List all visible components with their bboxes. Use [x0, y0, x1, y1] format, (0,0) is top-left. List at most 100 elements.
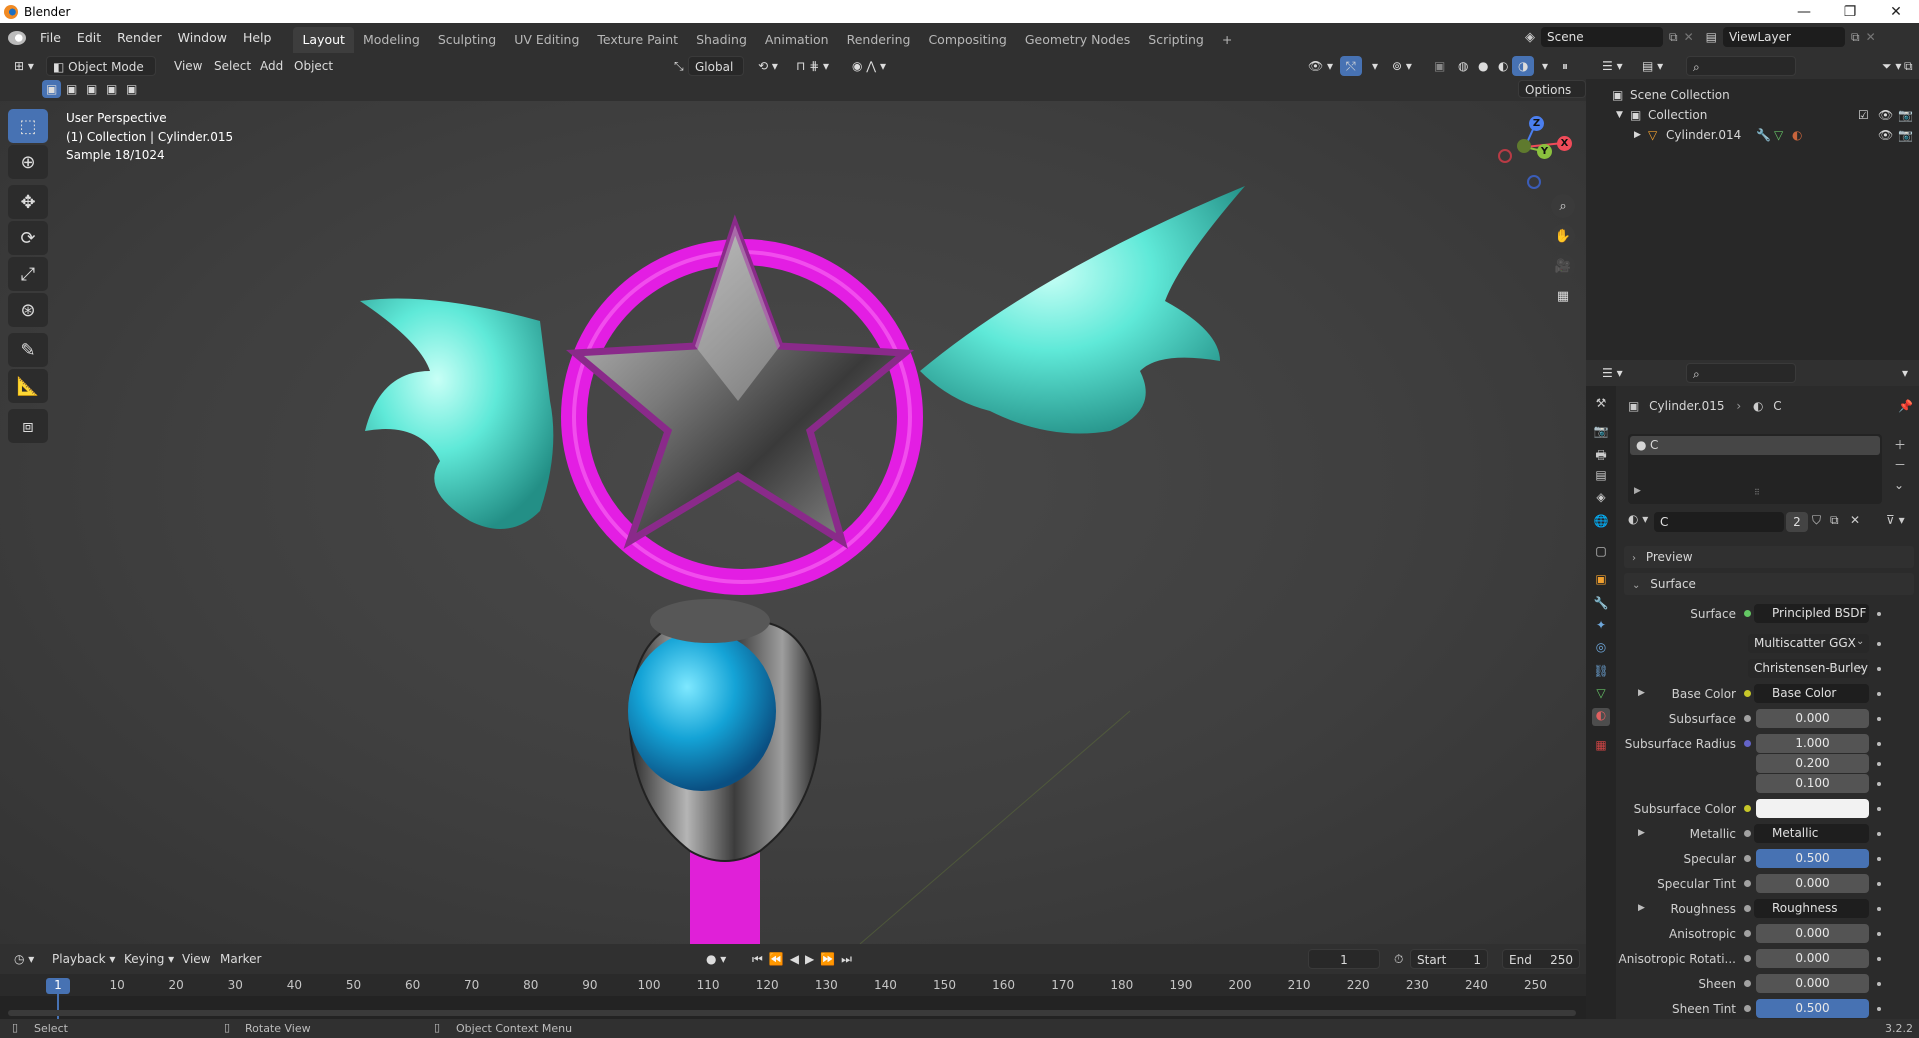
keyframe-dot-icon[interactable]	[1877, 1007, 1881, 1011]
number-field[interactable]: 0.100	[1756, 774, 1869, 793]
distribution-dropdown[interactable]: Christensen-Burley	[1748, 659, 1869, 678]
render-canvas[interactable]	[0, 101, 1586, 944]
gizmo-x-icon[interactable]: X	[1557, 136, 1572, 151]
tool-tab-icon[interactable]: ⚒	[1592, 396, 1610, 414]
linked-input-field[interactable]: Roughness	[1754, 899, 1869, 918]
object-tab-icon[interactable]: ▣	[1592, 572, 1610, 590]
tab-animation[interactable]: Animation	[756, 27, 838, 53]
collection-tab-icon[interactable]: ▢	[1592, 544, 1610, 562]
playback-controls[interactable]: ⏮⏪◀▶⏩⏭	[746, 949, 864, 969]
xray-icon[interactable]: ▣	[1428, 56, 1451, 76]
orientation-icon[interactable]: ⤡	[668, 56, 690, 76]
preview-range-icon[interactable]: ⏱	[1388, 949, 1409, 969]
number-field[interactable]: 0.200	[1756, 754, 1869, 773]
slot-specials-icon[interactable]: ⌄	[1894, 478, 1904, 492]
view-menu[interactable]: View	[168, 56, 208, 76]
select-box-tool-icon[interactable]: ⬚	[8, 109, 48, 143]
tab-scripting[interactable]: Scripting	[1139, 27, 1213, 53]
constraints-tab-icon[interactable]: ⛓	[1592, 664, 1610, 682]
visibility-icon[interactable]: 👁 ▾	[1302, 56, 1339, 76]
number-field[interactable]: 1.000	[1756, 734, 1869, 753]
pin-icon[interactable]: 📌	[1898, 396, 1913, 416]
surface-panel-header[interactable]: ⌄ Surface	[1624, 573, 1914, 595]
zoom-icon[interactable]: ⌕	[1551, 194, 1575, 218]
eye-icon[interactable]: 👁	[1878, 105, 1893, 125]
scene-tab-icon[interactable]: ◈	[1592, 490, 1610, 508]
keyframe-dot-icon[interactable]	[1877, 717, 1881, 721]
playback-menu[interactable]: Playback ▾	[46, 949, 121, 969]
properties-search-input[interactable]: ⌕	[1686, 363, 1796, 383]
modifier-wrench-icon[interactable]: 🔧	[1756, 125, 1771, 145]
navigation-gizmo[interactable]: Z Y X	[1495, 111, 1575, 191]
tab-uv-editing[interactable]: UV Editing	[505, 27, 588, 53]
keyframe-dot-icon[interactable]	[1877, 982, 1881, 986]
properties-options-icon[interactable]: ▾	[1896, 363, 1914, 383]
new-viewlayer-icon[interactable]: ⧉	[1851, 30, 1860, 45]
new-collection-icon[interactable]: ⧉	[1898, 56, 1919, 76]
physics-tab-icon[interactable]: ◎	[1592, 640, 1610, 658]
object-menu[interactable]: Object	[288, 56, 339, 76]
collapse-arrow-icon[interactable]: ▼	[1616, 105, 1623, 125]
gizmo-dropdown-icon[interactable]: ▾	[1366, 56, 1384, 76]
delete-viewlayer-icon[interactable]: ✕	[1866, 30, 1876, 44]
material-slot-list[interactable]: ● C ▶ ⠿	[1628, 434, 1882, 504]
tab-modeling[interactable]: Modeling	[354, 27, 429, 53]
material-tab-icon[interactable]: ◐	[1592, 708, 1610, 726]
number-field[interactable]: 0.000	[1756, 874, 1869, 893]
linked-input-field[interactable]: Metallic	[1754, 824, 1869, 843]
exclude-checkbox-icon[interactable]: ☑	[1858, 105, 1869, 125]
add-slot-icon[interactable]: ＋	[1894, 436, 1906, 453]
view-layer-tab-icon[interactable]: ▤	[1592, 468, 1610, 486]
outliner-row-collection[interactable]: ▼ ▣ Collection ☑ 👁 📷	[1586, 105, 1919, 125]
object-eye-icon[interactable]: 👁	[1878, 125, 1893, 145]
select-box-extend-icon[interactable]: ▣	[62, 80, 81, 98]
input-socket-icon[interactable]	[1744, 905, 1751, 912]
outliner-row-object[interactable]: ▶ ▽ Cylinder.014 🔧 ▽ ◐ 👁 📷	[1586, 125, 1919, 145]
rotate-tool-icon[interactable]: ⟳	[8, 221, 48, 255]
input-socket-icon[interactable]	[1744, 855, 1751, 862]
pivot-icon[interactable]: ⟲ ▾	[752, 56, 784, 76]
particles-tab-icon[interactable]: ✦	[1592, 618, 1610, 636]
minimize-button[interactable]: —	[1781, 0, 1827, 23]
add-menu[interactable]: Add	[254, 56, 289, 76]
input-socket-icon[interactable]	[1744, 690, 1751, 697]
tab-sculpting[interactable]: Sculpting	[429, 27, 505, 53]
keying-menu[interactable]: Keying ▾	[118, 949, 180, 969]
input-socket-icon[interactable]	[1744, 715, 1751, 722]
gizmo-toggle-icon[interactable]: ⤲	[1340, 56, 1362, 76]
add-cube-tool-icon[interactable]: ⧈	[8, 409, 48, 443]
keyframe-dot-icon[interactable]	[1877, 742, 1881, 746]
menu-render[interactable]: Render	[109, 23, 170, 53]
snap-icon[interactable]: ⊓ ⋕ ▾	[790, 56, 835, 76]
linked-input-field[interactable]: Principled BSDF	[1754, 604, 1869, 623]
display-mode-icon[interactable]: ▤ ▾	[1636, 56, 1669, 76]
keyframe-dot-icon[interactable]	[1877, 832, 1881, 836]
slot-expand-icon[interactable]: ▶	[1634, 486, 1641, 496]
expand-input-icon[interactable]: ▶	[1638, 688, 1645, 698]
gizmo-y-icon[interactable]: Y	[1537, 144, 1552, 159]
scene-icon[interactable]: ◈	[1525, 30, 1535, 45]
slider-field[interactable]: 0.500	[1756, 999, 1869, 1018]
timeline-area[interactable]: 1 10 20 30 40 50 60 70 80 90 100 110 120 130 140 150 160…	[0, 974, 1586, 1019]
keyframe-dot-icon[interactable]	[1877, 907, 1881, 911]
pan-hand-icon[interactable]: ✋	[1551, 224, 1575, 248]
tab-layout[interactable]: Layout	[293, 27, 354, 53]
scale-tool-icon[interactable]: ⤢	[8, 257, 48, 291]
shading-dropdown-icon[interactable]: ▾	[1536, 56, 1554, 76]
outliner-editor-icon[interactable]: ☰ ▾	[1596, 56, 1629, 76]
select-menu[interactable]: Select	[208, 56, 257, 76]
material-slot-row[interactable]: ● C	[1630, 436, 1880, 455]
delete-scene-icon[interactable]: ✕	[1684, 30, 1694, 44]
number-field[interactable]: 0.000	[1756, 949, 1869, 968]
gizmo-neg-z-icon[interactable]	[1527, 175, 1541, 189]
modifier-tab-icon[interactable]: 🔧	[1592, 596, 1610, 614]
gizmo-neg-x-icon[interactable]	[1498, 149, 1512, 163]
marker-menu[interactable]: Marker	[214, 949, 267, 969]
measure-tool-icon[interactable]: 📐	[8, 369, 48, 403]
input-socket-icon[interactable]	[1744, 930, 1751, 937]
keyframe-dot-icon[interactable]	[1877, 932, 1881, 936]
overlay-icon[interactable]: ⊚ ▾	[1386, 56, 1418, 76]
remove-slot-icon[interactable]: －	[1894, 456, 1906, 473]
orientation-dropdown[interactable]: Global ▾	[688, 56, 744, 94]
start-frame-field[interactable]: Start 1	[1410, 949, 1488, 969]
